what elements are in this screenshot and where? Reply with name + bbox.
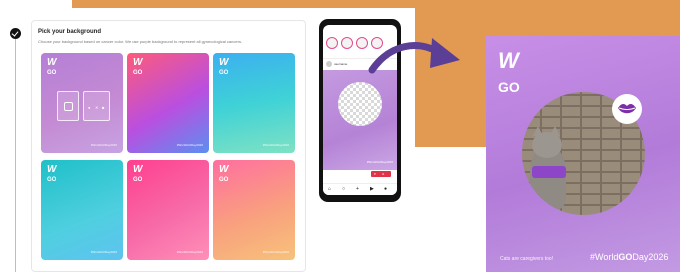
tile-logo-text: GO	[47, 177, 57, 183]
background-option-pink-blue[interactable]: W GO #WorldGODay2026	[127, 53, 209, 153]
profile-icon[interactable]: ●	[384, 187, 387, 192]
search-icon[interactable]: ○	[342, 187, 345, 192]
tile-logo-text: GO	[133, 70, 143, 76]
poster-logo-text: GO	[498, 79, 520, 95]
heart-icon: ♥	[374, 172, 376, 176]
go-logo-icon: W	[219, 164, 229, 175]
linkedin-icon[interactable]: ■	[102, 105, 104, 110]
background-option-cyan[interactable]: W GO #WorldGODay2026	[213, 53, 295, 153]
lips-icon	[618, 104, 636, 114]
post-hashtag: #WorldGODay2026	[366, 160, 393, 164]
tile-hashtag: #WorldGODay2026	[262, 143, 289, 147]
go-logo-icon: W	[219, 57, 229, 68]
tile-hashtag: #WorldGODay2026	[262, 250, 289, 254]
share-icon: ➤	[382, 172, 385, 176]
picker-subtitle: Choose your background based on cancer c…	[38, 39, 243, 44]
hashtag-part: #World	[590, 252, 619, 262]
x-icon[interactable]: ✕	[95, 105, 98, 110]
result-poster: W GO Cats are caregivers too! #WorldGODa…	[486, 36, 680, 272]
hashtag-bold-part: GO	[618, 252, 633, 262]
tile-hashtag: #WorldGODay2026	[176, 250, 203, 254]
story-avatar[interactable]	[341, 37, 353, 49]
facebook-icon[interactable]: ●	[88, 105, 90, 110]
tile-logo-text: GO	[47, 70, 57, 76]
step-timeline-line	[15, 30, 16, 272]
go-logo-icon: W	[133, 164, 143, 175]
background-option-teal[interactable]: W GO #WorldGODay2026	[41, 160, 123, 260]
story-avatar[interactable]	[326, 37, 338, 49]
background-option-magenta[interactable]: W GO #WorldGODay2026	[127, 160, 209, 260]
curved-arrow-icon	[368, 38, 460, 74]
phone-bottom-nav: ⌂ ○ + ▶ ●	[323, 183, 397, 195]
home-icon[interactable]: ⌂	[328, 187, 331, 192]
go-logo-icon: W	[498, 48, 519, 73]
background-option-peach[interactable]: W GO #WorldGODay2026	[213, 160, 295, 260]
tile-hashtag: #WorldGODay2026	[176, 143, 203, 147]
cat-head	[532, 132, 562, 158]
picker-title: Pick your background	[38, 29, 102, 35]
tile-logo-text: GO	[219, 177, 229, 183]
share-options-box: ● ✕ ■	[83, 91, 110, 121]
reels-icon[interactable]: ▶	[370, 187, 374, 192]
post-action-button[interactable]: ♥ ➤	[371, 171, 391, 177]
poster-hashtag: #WorldGODay2026	[590, 252, 668, 262]
lips-badge	[612, 94, 642, 124]
go-logo-icon: W	[47, 164, 57, 175]
go-logo-icon: W	[47, 57, 57, 68]
canvas: Pick your background Choose your backgro…	[0, 0, 688, 272]
post-avatar[interactable]	[326, 61, 332, 67]
tile-hashtag: #WorldGODay2026	[90, 143, 117, 147]
cat-harness	[532, 166, 566, 178]
upload-photo-button[interactable]	[57, 91, 79, 121]
poster-caption: Cats are caregivers too!	[500, 256, 554, 262]
hashtag-part: Day2026	[632, 252, 669, 262]
step-complete-check-icon	[10, 28, 21, 39]
camera-icon	[64, 102, 73, 111]
tile-hashtag: #WorldGODay2026	[90, 250, 117, 254]
tile-logo-text: GO	[133, 177, 143, 183]
go-logo-icon: W	[133, 57, 143, 68]
post-username[interactable]: username	[334, 62, 347, 66]
tile-logo-text: GO	[219, 70, 229, 76]
add-icon[interactable]: +	[356, 187, 359, 192]
background-option-lavender[interactable]: W GO ● ✕ ■ #WorldGODay2026	[41, 53, 123, 153]
